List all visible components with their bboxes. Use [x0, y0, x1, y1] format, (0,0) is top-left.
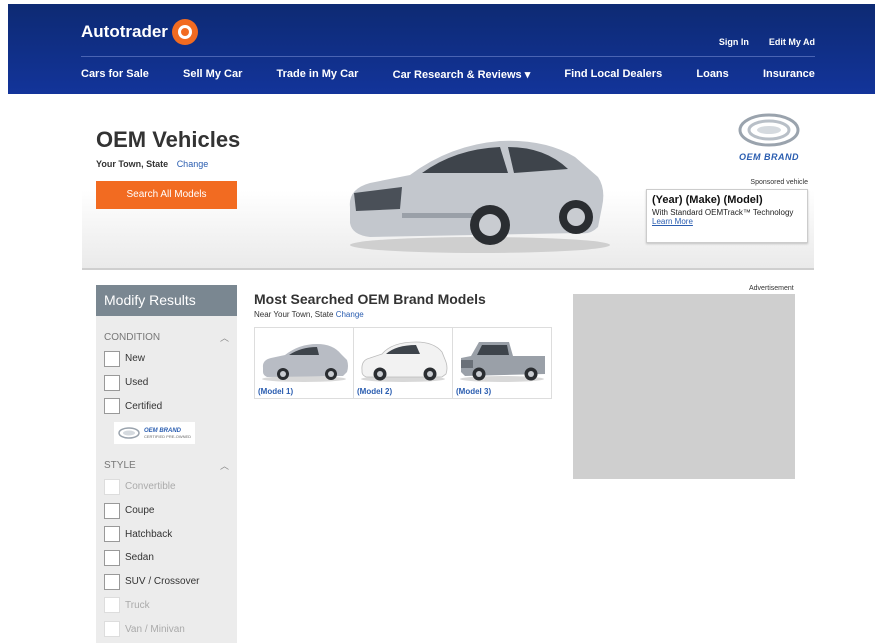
model-label[interactable]: (Model 2) — [357, 387, 392, 396]
filter-style-suv-crossover[interactable]: SUV / Crossover — [96, 570, 237, 594]
main-nav: Cars for Sale Sell My Car Trade in My Ca… — [81, 68, 815, 81]
condition-section-header[interactable]: CONDITION ︿ — [96, 330, 237, 344]
nav-sell-my-car[interactable]: Sell My Car — [183, 68, 242, 81]
checkbox[interactable] — [104, 374, 120, 391]
nav-insurance[interactable]: Insurance — [763, 68, 815, 81]
sedan-icon — [262, 344, 348, 382]
filter-label: Hatchback — [125, 528, 173, 540]
model-label[interactable]: (Model 3) — [456, 387, 491, 396]
filter-label: Van / Minivan — [125, 623, 185, 635]
header-divider — [81, 56, 815, 57]
filter-condition-new[interactable]: New — [96, 347, 237, 371]
autotrader-logo-icon — [171, 19, 198, 45]
filter-style-van-minivan: Van / Minivan — [96, 617, 237, 641]
filter-style-coupe[interactable]: Coupe — [96, 499, 237, 523]
most-searched-location: Near Your Town, State Change — [254, 310, 364, 319]
sponsored-vehicle-title: (Year) (Make) (Model) — [652, 194, 763, 206]
checkbox[interactable] — [104, 398, 120, 415]
filter-condition-used[interactable]: Used — [96, 371, 237, 395]
checkbox[interactable] — [104, 573, 120, 590]
oem-brand-emblem-icon — [118, 427, 140, 439]
edit-my-ad-link[interactable]: Edit My Ad — [769, 37, 815, 47]
sponsored-label: Sponsored vehicle — [750, 179, 808, 186]
oem-brand-name: OEM BRAND — [739, 152, 799, 162]
certified-pre-owned-badge: OEM BRAND CERTIFIED PRE-OWNED — [114, 422, 195, 445]
checkbox — [104, 621, 120, 638]
suv-icon — [361, 341, 448, 382]
logo-text: Autotrader — [81, 22, 168, 41]
most-searched-title: Most Searched OEM Brand Models — [254, 291, 486, 307]
advertisement-slot[interactable] — [573, 294, 795, 479]
filter-label: Sedan — [125, 552, 154, 564]
model-tiles: (Model 1) (Model 2) (Model 3) — [254, 327, 552, 399]
filter-label: New — [125, 353, 146, 365]
sign-in-link[interactable]: Sign In — [719, 37, 749, 47]
account-links: Sign In Edit My Ad — [719, 37, 815, 47]
chevron-up-icon[interactable]: ︿ — [220, 331, 229, 344]
checkbox[interactable] — [104, 549, 120, 566]
nav-find-local-dealers[interactable]: Find Local Dealers — [564, 68, 662, 81]
sponsored-vehicle-description: With Standard OEMTrack™ Technology — [652, 208, 794, 217]
search-all-models-button[interactable]: Search All Models — [96, 181, 237, 209]
filter-label: Certified — [125, 400, 163, 412]
checkbox[interactable] — [104, 502, 120, 519]
hero-location: Your Town, State Change — [96, 159, 208, 169]
filter-style-sedan[interactable]: Sedan — [96, 546, 237, 570]
model-label[interactable]: (Model 1) — [258, 387, 293, 396]
cpo-subtitle: CERTIFIED PRE-OWNED — [144, 433, 192, 439]
sidebar-title: Modify Results — [96, 285, 237, 316]
hero-location-text: Your Town, State — [96, 159, 169, 169]
model-tile-2[interactable]: (Model 2) — [354, 328, 453, 398]
checkbox — [104, 597, 120, 614]
sponsored-vehicle-card[interactable]: (Year) (Make) (Model) With Standard OEMT… — [646, 189, 808, 243]
modify-results-sidebar: Modify Results CONDITION ︿ New Used Cert… — [96, 285, 237, 643]
autotrader-logo[interactable]: Autotrader — [81, 19, 198, 45]
checkbox — [104, 478, 120, 495]
most-searched-change-location-link[interactable]: Change — [336, 310, 364, 319]
filter-label: Convertible — [125, 481, 176, 493]
model-tile-3[interactable]: (Model 3) — [453, 328, 551, 398]
filter-label: Used — [125, 377, 149, 389]
style-section-header[interactable]: STYLE ︿ — [96, 458, 237, 472]
hero-change-location-link[interactable]: Change — [177, 159, 209, 169]
nav-car-research-reviews[interactable]: Car Research & Reviews ▾ — [393, 68, 531, 81]
oem-hero-banner: OEM Vehicles Your Town, State Change Sea… — [82, 95, 814, 270]
oem-brand-logo[interactable]: OEM BRAND — [734, 113, 804, 162]
hero-car-image[interactable] — [340, 127, 610, 255]
nav-loans[interactable]: Loans — [696, 68, 728, 81]
filter-condition-certified[interactable]: Certified — [96, 394, 237, 418]
most-searched-location-text: Near Your Town, State — [254, 310, 334, 319]
model-tile-1[interactable]: (Model 1) — [255, 328, 354, 398]
nav-cars-for-sale[interactable]: Cars for Sale — [81, 68, 149, 81]
filter-label: SUV / Crossover — [125, 576, 200, 588]
nav-trade-in-my-car[interactable]: Trade in My Car — [277, 68, 359, 81]
filter-label: Coupe — [125, 505, 155, 517]
filter-style-hatchback[interactable]: Hatchback — [96, 522, 237, 546]
advertisement-label: Advertisement — [749, 285, 794, 292]
site-header: Autotrader Sign In Edit My Ad Cars for S… — [8, 4, 875, 94]
truck-icon — [460, 342, 545, 382]
style-label: STYLE — [104, 459, 136, 471]
checkbox[interactable] — [104, 526, 120, 543]
filter-style-convertible: Convertible — [96, 475, 237, 499]
filter-style-truck: Truck — [96, 594, 237, 618]
learn-more-link[interactable]: Learn More — [652, 217, 802, 226]
filter-label: Truck — [125, 599, 150, 611]
page-title: OEM Vehicles — [96, 127, 241, 152]
oem-brand-emblem-icon — [738, 113, 800, 147]
condition-label: CONDITION — [104, 331, 161, 343]
checkbox[interactable] — [104, 350, 120, 367]
chevron-up-icon[interactable]: ︿ — [220, 459, 229, 472]
